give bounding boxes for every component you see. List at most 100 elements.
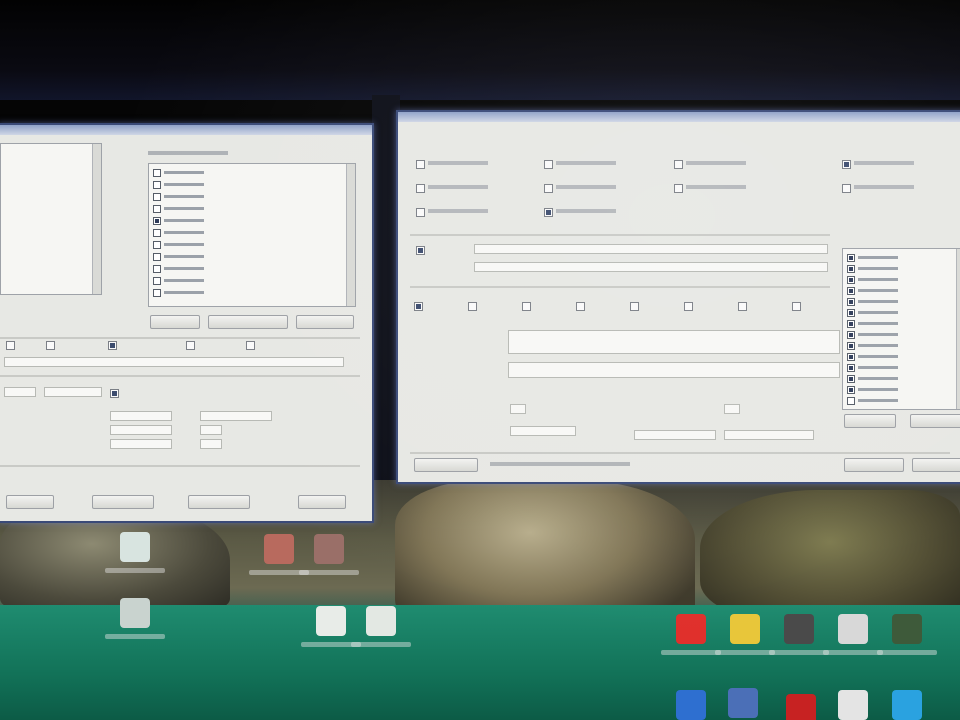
right-side-list-item-checkbox[interactable] — [847, 320, 855, 328]
right-side-list-item[interactable] — [847, 309, 917, 317]
right-side-list-item[interactable] — [847, 397, 917, 405]
left-tree-list[interactable] — [148, 163, 356, 307]
left-tree-item[interactable] — [153, 193, 223, 201]
left-nav-scrollbar[interactable] — [92, 144, 101, 294]
left-tree-item[interactable] — [153, 277, 223, 285]
right-option-checkbox[interactable] — [842, 184, 851, 193]
left-enable-checkbox[interactable] — [110, 389, 119, 398]
right-side-list-item[interactable] — [847, 298, 917, 306]
left-value-field-1[interactable] — [110, 411, 172, 421]
photo-app-icon[interactable] — [264, 534, 294, 564]
right-filter-checkbox[interactable] — [414, 302, 423, 311]
right-side-list-item-checkbox[interactable] — [847, 342, 855, 350]
folder-app-icon[interactable] — [728, 688, 758, 718]
left-tree-item-checkbox[interactable] — [153, 265, 161, 273]
left-dialog-window[interactable] — [0, 123, 374, 523]
left-tree-item[interactable] — [153, 217, 223, 225]
pin-icon[interactable] — [838, 690, 868, 720]
right-side-list-item-checkbox[interactable] — [847, 375, 855, 383]
left-value-field-6[interactable] — [200, 439, 222, 449]
right-filter-checkbox[interactable] — [684, 302, 693, 311]
right-side-checklist[interactable] — [842, 248, 960, 410]
right-side-list-item-checkbox[interactable] — [847, 364, 855, 372]
yellow-app-icon[interactable] — [730, 614, 760, 644]
document-icon[interactable] — [316, 606, 346, 636]
right-side-list-item-checkbox[interactable] — [847, 386, 855, 394]
right-side-list-item[interactable] — [847, 254, 917, 262]
right-number-field-2[interactable] — [724, 404, 740, 414]
right-side-list-item[interactable] — [847, 287, 917, 295]
left-option-checkbox-4[interactable] — [186, 341, 195, 350]
disc-icon[interactable] — [838, 614, 868, 644]
right-side-list-item[interactable] — [847, 342, 917, 350]
left-tree-item[interactable] — [153, 289, 223, 297]
right-status-button[interactable] — [414, 458, 478, 472]
left-tree-item-checkbox[interactable] — [153, 169, 161, 177]
left-option-checkbox-2[interactable] — [46, 341, 55, 350]
right-side-list-item[interactable] — [847, 331, 917, 339]
right-filter-checkbox[interactable] — [468, 302, 477, 311]
right-option-checkbox[interactable] — [416, 160, 425, 169]
left-tree-item[interactable] — [153, 229, 223, 237]
right-number-field-1[interactable] — [510, 404, 526, 414]
right-url-checkbox[interactable] — [416, 246, 425, 255]
game-icon[interactable] — [784, 614, 814, 644]
right-side-list-item-checkbox[interactable] — [847, 353, 855, 361]
left-select-1[interactable] — [4, 387, 36, 397]
right-filter-checkbox[interactable] — [738, 302, 747, 311]
right-filter-checkbox[interactable] — [576, 302, 585, 311]
left-tree-item[interactable] — [153, 169, 223, 177]
left-path-field[interactable] — [4, 357, 344, 367]
left-tree-item[interactable] — [153, 265, 223, 273]
left-value-field-2[interactable] — [200, 411, 272, 421]
document-icon-2[interactable] — [366, 606, 396, 636]
right-window-titlebar[interactable] — [398, 112, 960, 122]
right-side-list-item-checkbox[interactable] — [847, 298, 855, 306]
right-side-list-item[interactable] — [847, 265, 917, 273]
right-url-field-2[interactable] — [474, 262, 828, 272]
left-option-checkbox-1[interactable] — [6, 341, 15, 350]
left-value-field-5[interactable] — [110, 439, 172, 449]
right-url-field-1[interactable] — [474, 244, 828, 254]
skype-icon[interactable] — [892, 690, 922, 720]
left-button-1[interactable] — [150, 315, 200, 329]
right-option-checkbox[interactable] — [416, 184, 425, 193]
left-help-button[interactable] — [298, 495, 346, 509]
left-cancel-button[interactable] — [92, 495, 154, 509]
right-select-3[interactable] — [724, 430, 814, 440]
red-app-icon[interactable] — [676, 614, 706, 644]
left-tree-item-checkbox[interactable] — [153, 289, 161, 297]
left-tree-item-checkbox[interactable] — [153, 217, 161, 225]
left-option-checkbox-3[interactable] — [108, 341, 117, 350]
left-tree-item-checkbox[interactable] — [153, 253, 161, 261]
right-option-checkbox[interactable] — [674, 160, 683, 169]
right-side-list-item-checkbox[interactable] — [847, 397, 855, 405]
left-value-field-4[interactable] — [200, 425, 222, 435]
left-apply-button[interactable] — [188, 495, 250, 509]
red-dot-icon[interactable] — [786, 694, 816, 720]
left-button-3[interactable] — [296, 315, 354, 329]
right-side-list-item-checkbox[interactable] — [847, 276, 855, 284]
right-side-button-2[interactable] — [910, 414, 960, 428]
right-option-checkbox[interactable] — [544, 160, 553, 169]
left-option-checkbox-5[interactable] — [246, 341, 255, 350]
right-dialog-window[interactable] — [396, 110, 960, 484]
right-side-list-item-checkbox[interactable] — [847, 287, 855, 295]
right-side-button-1[interactable] — [844, 414, 896, 428]
left-tree-item-checkbox[interactable] — [153, 181, 161, 189]
right-text-area-1[interactable] — [508, 330, 840, 354]
right-side-list-item[interactable] — [847, 364, 917, 372]
left-tree-item-checkbox[interactable] — [153, 241, 161, 249]
right-side-list-item[interactable] — [847, 386, 917, 394]
left-tree-item[interactable] — [153, 253, 223, 261]
right-option-checkbox[interactable] — [416, 208, 425, 217]
right-filter-checkbox[interactable] — [792, 302, 801, 311]
right-side-list-item[interactable] — [847, 353, 917, 361]
right-option-checkbox[interactable] — [842, 160, 851, 169]
left-tree-item[interactable] — [153, 205, 223, 213]
left-select-2[interactable] — [44, 387, 102, 397]
right-side-list-item-checkbox[interactable] — [847, 254, 855, 262]
right-cancel-button[interactable] — [912, 458, 960, 472]
right-side-list-item[interactable] — [847, 320, 917, 328]
left-tree-item[interactable] — [153, 181, 223, 189]
